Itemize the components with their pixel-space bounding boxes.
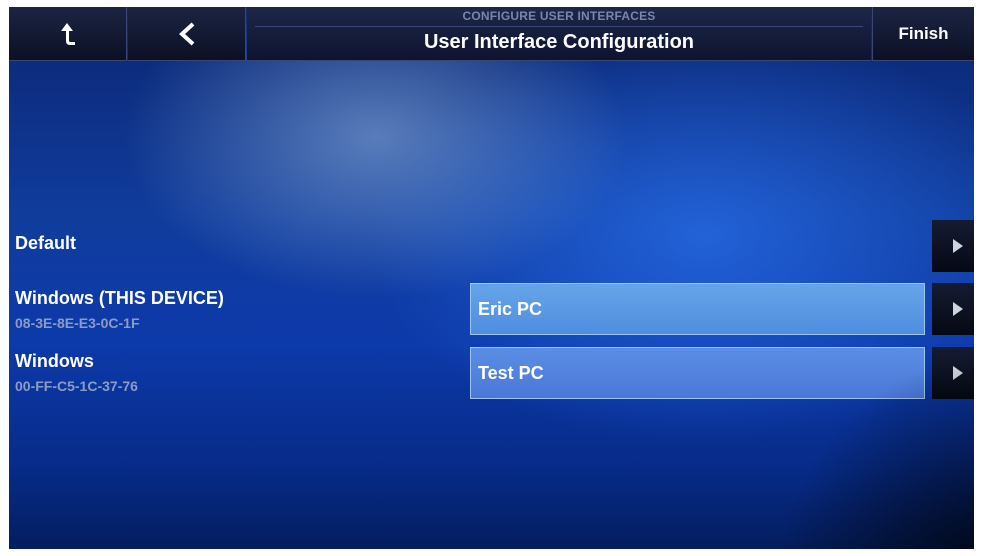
row-windows-this-device-arrow-button[interactable]	[932, 283, 974, 335]
chevron-left-icon	[178, 22, 194, 45]
row-windows-label: Windows	[15, 351, 94, 371]
title-divider	[255, 26, 863, 27]
home-button[interactable]	[9, 7, 127, 61]
row-windows-this-device-mac: 08-3E-8E-E3-0C-1F	[15, 315, 140, 331]
row-default-arrow-button[interactable]	[932, 220, 974, 272]
row-windows-mac: 00-FF-C5-1C-37-76	[15, 378, 138, 394]
row-windows-this-device-label: Windows (THIS DEVICE)	[15, 288, 224, 308]
row-default-label: Default	[15, 233, 77, 253]
page-title: User Interface Configuration	[423, 31, 695, 53]
up-arrow-icon	[60, 22, 75, 45]
app-screen: CONFIGURE USER INTERFACES User Interface…	[9, 7, 974, 549]
back-button[interactable]	[128, 7, 246, 61]
play-arrow-icon	[953, 239, 963, 253]
play-arrow-icon	[953, 302, 963, 316]
title-block: CONFIGURE USER INTERFACES User Interface…	[247, 7, 871, 61]
row-windows-arrow-button[interactable]	[932, 347, 974, 399]
eric-pc-button[interactable]: Eric PC	[470, 283, 925, 335]
page-subtitle: CONFIGURE USER INTERFACES	[462, 9, 656, 23]
finish-button[interactable]: Finish	[872, 7, 974, 61]
play-arrow-icon	[953, 366, 963, 380]
test-pc-button[interactable]: Test PC	[470, 347, 925, 399]
top-bar: CONFIGURE USER INTERFACES User Interface…	[9, 7, 974, 61]
